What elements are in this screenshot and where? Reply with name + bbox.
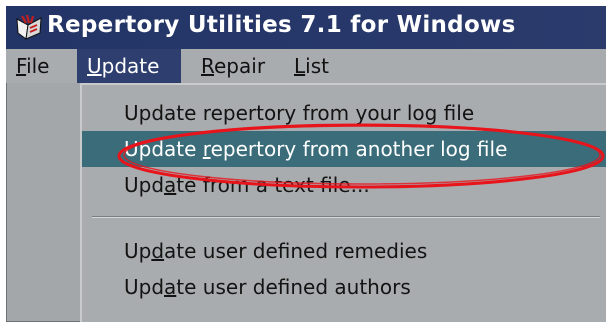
item-mnemonic: a xyxy=(164,275,177,299)
menu-list-label-after: ist xyxy=(305,54,329,78)
item-label-before: Upd xyxy=(124,173,165,197)
item-label-after: ate user defined remedies xyxy=(164,239,428,263)
item-label-after: epertory from another log file xyxy=(210,137,508,161)
menu-item-update-from-another-log[interactable]: Update repertory from another log file xyxy=(82,131,606,167)
item-mnemonic: d xyxy=(151,239,165,263)
item-label-before: Up xyxy=(124,239,152,263)
menu-list[interactable]: List xyxy=(290,49,350,83)
menu-item-update-from-text-file[interactable]: Update from a text file... xyxy=(82,167,606,203)
menu-repair-mnemonic: R xyxy=(201,54,214,78)
item-mnemonic: r xyxy=(202,137,211,161)
item-mnemonic: a xyxy=(164,173,177,197)
menu-file[interactable]: File xyxy=(8,49,60,83)
menu-item-update-user-authors[interactable]: Update user defined authors xyxy=(82,269,606,305)
title-bar[interactable]: Repertory Utilities 7.1 for Windows xyxy=(6,6,606,49)
update-dropdown-menu: Update repertory from your log file Upda… xyxy=(80,83,606,322)
menu-repair-label-after: epair xyxy=(214,54,266,78)
repertory-logo-icon xyxy=(16,14,42,40)
menu-bar: File Update Repair List xyxy=(6,49,606,83)
menu-list-mnemonic: L xyxy=(294,54,306,78)
menu-separator xyxy=(92,216,600,218)
menu-file-label-after: ile xyxy=(26,54,50,78)
item-label-before: Upd xyxy=(124,275,165,299)
item-label-after: te user defined authors xyxy=(176,275,411,299)
menu-file-mnemonic: F xyxy=(16,54,27,78)
item-label-after: te from a text file... xyxy=(176,173,370,197)
menu-update[interactable]: Update xyxy=(77,49,181,83)
item-label-before: Update repertory from your log file xyxy=(124,101,475,125)
menu-item-update-from-your-log[interactable]: Update repertory from your log file xyxy=(82,95,606,131)
screenshot-frame: Repertory Utilities 7.1 for Windows File… xyxy=(0,0,606,323)
item-label-before: Update xyxy=(124,137,203,161)
menu-item-update-user-remedies[interactable]: Update user defined remedies xyxy=(82,233,606,269)
menu-update-label-after: pdate xyxy=(101,54,160,78)
menu-repair[interactable]: Repair xyxy=(197,49,277,83)
window-title: Repertory Utilities 7.1 for Windows xyxy=(47,12,516,38)
menu-update-mnemonic: U xyxy=(87,54,102,78)
app-window: Repertory Utilities 7.1 for Windows File… xyxy=(6,6,606,322)
